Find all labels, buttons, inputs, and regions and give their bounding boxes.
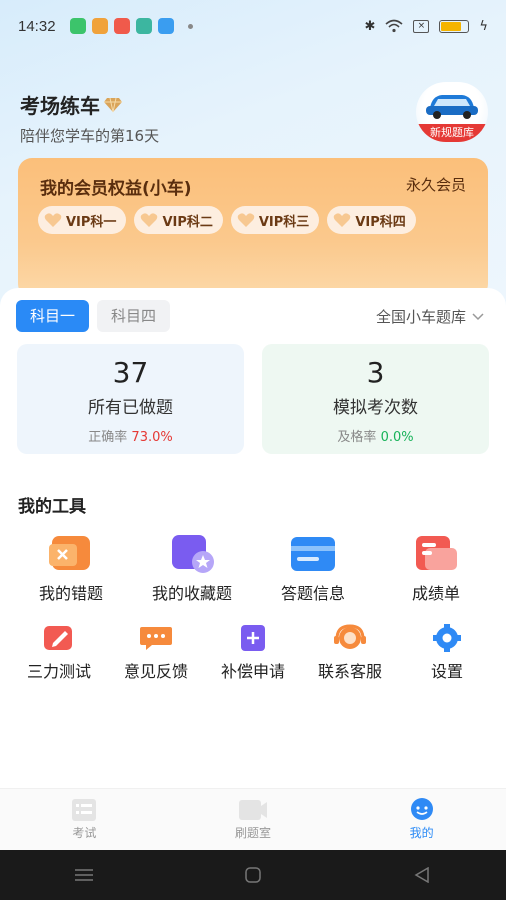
tool-favorites[interactable]: 我的收藏题 [137, 534, 247, 604]
vip-pill-list: VIP科一 VIP科二 VIP科三 VIP科四 [38, 206, 416, 234]
tool-label: 我的收藏题 [151, 584, 232, 603]
headset-icon [334, 624, 366, 649]
edit-icon [44, 626, 72, 650]
nav-mine[interactable]: 我的 [337, 789, 506, 850]
more-dot-icon [187, 23, 193, 29]
wifi-icon [385, 19, 403, 33]
vip-level: 永久会员 [405, 176, 466, 194]
app-notify-icon [135, 18, 152, 34]
stat-value: 37 [112, 356, 149, 389]
car-icon [426, 95, 478, 119]
tool-settings[interactable]: 设置 [392, 624, 502, 682]
stat-label: 所有已做题 [88, 398, 173, 418]
profile-icon [410, 798, 433, 820]
nav-label: 刷题室 [235, 826, 272, 840]
tools-title: 我的工具 [18, 497, 86, 517]
vip-pill-label: VIP科四 [355, 214, 406, 230]
stat-card-mock-exam[interactable]: 3 模拟考次数 及格率 0.0% [262, 344, 489, 454]
status-time: 14:32 [18, 17, 56, 35]
heart-icon [44, 213, 62, 227]
rate-label: 正确率 [88, 430, 128, 445]
profile-header: 考场练车 陪伴您学车的第16天 [20, 90, 159, 146]
vip-card[interactable]: 我的会员权益(小车) 永久会员 VIP科一 VIP科二 VIP科三 VIP科四 [18, 158, 488, 298]
stat-value: 3 [366, 356, 385, 389]
tool-label: 补偿申请 [220, 662, 285, 681]
badge-label: 新规题库 [416, 124, 488, 142]
system-nav-bar [0, 850, 506, 900]
bank-label: 全国小车题库 [375, 308, 466, 326]
gear-icon [433, 624, 461, 652]
home-icon[interactable] [243, 867, 263, 883]
vip-pill-ke1[interactable]: VIP科一 [38, 206, 127, 234]
tool-answer-info[interactable]: 答题信息 [258, 534, 368, 604]
answer-info-icon [291, 537, 335, 571]
app-notify-icon [91, 18, 108, 34]
page-title: 考场练车 [20, 90, 159, 119]
practice-room-icon [239, 800, 267, 820]
notification-icons [69, 18, 193, 34]
tab-subject-1[interactable]: 科目一 [16, 300, 90, 332]
vip-title: 我的会员权益(小车) [40, 179, 192, 199]
subject-tabs: 科目一 科目四 [16, 300, 171, 332]
score-report-icon [416, 536, 457, 570]
battery-icon [439, 19, 470, 33]
nav-exam[interactable]: 考试 [0, 789, 169, 850]
heart-icon [334, 213, 351, 227]
rate-value: 0.0% [380, 430, 414, 445]
vip-pill-label: VIP科一 [66, 214, 117, 230]
vip-pill-ke2[interactable]: VIP科二 [134, 206, 223, 234]
vip-pill-label: VIP科三 [258, 214, 310, 230]
favorites-icon [172, 535, 214, 573]
tool-wrong-questions[interactable]: 我的错题 [16, 534, 126, 604]
app-notify-icon [113, 18, 130, 34]
vip-pill-ke4[interactable]: VIP科四 [327, 206, 416, 234]
app-notify-icon [157, 18, 174, 34]
app-notify-icon [69, 18, 86, 34]
tool-label: 成绩单 [411, 584, 460, 603]
feedback-icon [140, 627, 172, 650]
wrong-questions-icon [49, 536, 90, 570]
new-rules-badge[interactable]: 新规题库 [416, 82, 488, 142]
nav-practice-room[interactable]: 刷题室 [169, 789, 338, 850]
tool-label: 三力测试 [26, 662, 91, 681]
page-subtitle: 陪伴您学车的第16天 [20, 127, 160, 145]
stat-card-done[interactable]: 37 所有已做题 正确率 73.0% [17, 344, 244, 454]
vip-pill-label: VIP科二 [162, 214, 213, 230]
charging-icon: ϟ [479, 18, 488, 34]
tool-score-report[interactable]: 成绩单 [381, 534, 491, 604]
tool-feedback[interactable]: 意见反馈 [101, 624, 211, 682]
nav-label: 我的 [409, 826, 434, 840]
menu-icon[interactable] [74, 867, 94, 883]
bottom-nav: 考试 刷题室 我的 [0, 788, 506, 850]
tab-subject-4[interactable]: 科目四 [97, 300, 171, 332]
chevron-down-icon [472, 312, 484, 320]
sim-icon: × [413, 19, 430, 33]
tool-compensation[interactable]: 补偿申请 [198, 624, 308, 682]
tool-label: 答题信息 [280, 584, 345, 603]
tool-label: 联系客服 [317, 662, 382, 681]
diamond-icon [104, 97, 122, 112]
add-document-icon [241, 625, 265, 651]
stat-rate: 正确率 73.0% [17, 426, 244, 445]
nav-label: 考试 [72, 826, 97, 840]
tool-label: 意见反馈 [123, 662, 188, 681]
title-text: 考场练车 [20, 94, 100, 118]
back-icon[interactable] [412, 867, 432, 883]
main-panel: 科目一 科目四 全国小车题库 37 所有已做题 正确率 73.0% 3 模拟考次… [0, 288, 506, 788]
heart-icon [237, 213, 255, 227]
tool-three-ability-test[interactable]: 三力测试 [4, 624, 114, 682]
rate-value: 73.0% [131, 430, 173, 445]
question-bank-selector[interactable]: 全国小车题库 [376, 306, 484, 327]
stat-rate: 及格率 0.0% [262, 426, 489, 445]
vip-pill-ke3[interactable]: VIP科三 [230, 206, 320, 234]
tool-label: 我的错题 [38, 584, 103, 603]
heart-icon [141, 213, 158, 227]
bluetooth-icon: ✱ [364, 18, 376, 34]
tool-customer-service[interactable]: 联系客服 [295, 624, 405, 682]
tool-label: 设置 [430, 662, 463, 681]
rate-label: 及格率 [337, 430, 377, 445]
status-bar: 14:32 ✱ × ϟ [0, 0, 506, 52]
stat-label: 模拟考次数 [333, 398, 418, 418]
exam-icon [72, 799, 97, 821]
